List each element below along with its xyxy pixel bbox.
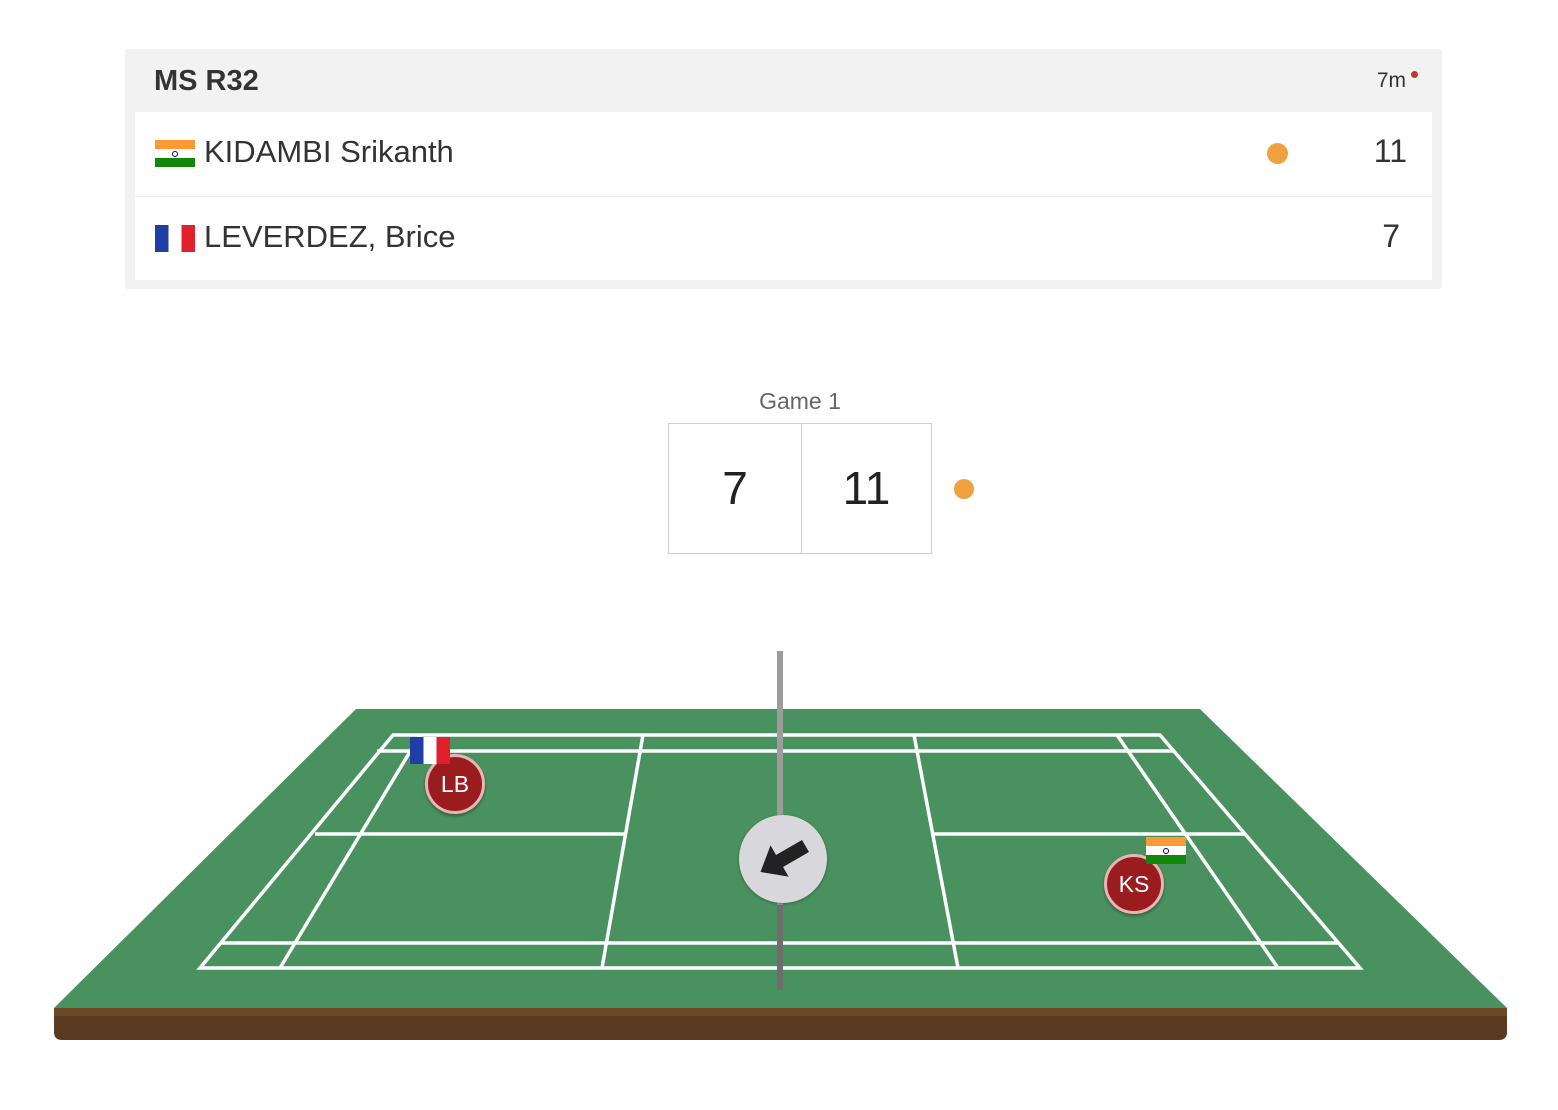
arrow-up-left-icon [760, 839, 810, 877]
shuttle-direction-button[interactable] [739, 815, 827, 903]
flag-india-icon [1146, 837, 1186, 864]
badminton-court [54, 651, 1507, 1040]
flag-france-icon [410, 737, 450, 764]
